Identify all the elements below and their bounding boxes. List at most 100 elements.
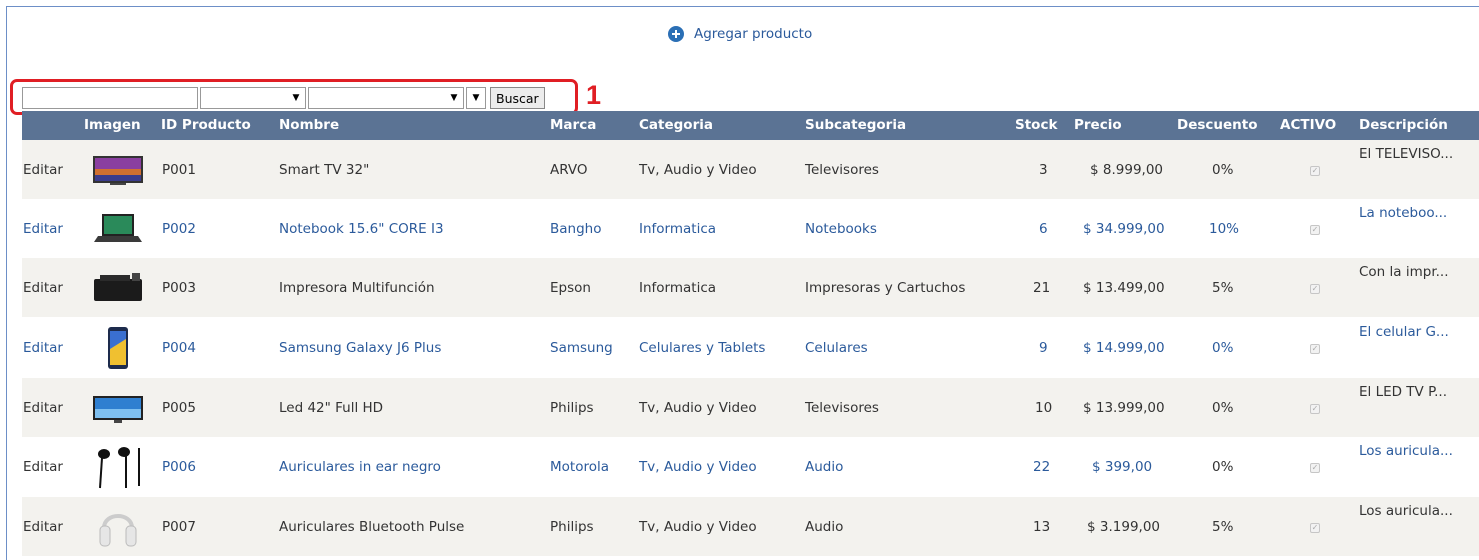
- product-price: $ 13.499,00: [1083, 280, 1165, 296]
- product-name: Smart TV 32": [279, 162, 370, 178]
- filter-select-2[interactable]: ▼: [308, 87, 464, 109]
- active-checkbox: ✓: [1310, 523, 1320, 533]
- active-checkbox: ✓: [1310, 225, 1320, 235]
- table-row: Editar P001 Smart TV 32" ARVO Tv, Audio …: [22, 140, 1479, 199]
- header-nombre[interactable]: Nombre: [279, 117, 339, 133]
- product-discount: 0%: [1212, 340, 1234, 356]
- callout-number: 1: [586, 80, 602, 110]
- product-subcategory: Audio: [805, 459, 844, 475]
- plus-circle-icon: [668, 26, 684, 42]
- product-image: [93, 396, 143, 423]
- product-discount: 10%: [1209, 221, 1240, 237]
- product-stock: 21: [1033, 280, 1051, 296]
- table-header: Imagen ID Producto Nombre Marca Categori…: [22, 111, 1479, 140]
- header-imagen[interactable]: Imagen: [84, 117, 141, 133]
- product-brand: ARVO: [550, 162, 588, 178]
- edit-link[interactable]: Editar: [23, 162, 63, 178]
- search-button[interactable]: Buscar: [490, 87, 545, 109]
- product-id: P001: [162, 162, 196, 178]
- active-checkbox: ✓: [1310, 463, 1320, 473]
- dropdown-arrow-icon: ▼: [472, 93, 480, 103]
- table-row: Editar P004 Samsung Galaxy J6 Plus Samsu…: [22, 318, 1479, 377]
- search-input[interactable]: [22, 87, 198, 109]
- product-id: P004: [162, 340, 196, 356]
- edit-link[interactable]: Editar: [23, 400, 63, 416]
- product-subcategory: Celulares: [805, 340, 868, 356]
- product-category: Celulares y Tablets: [639, 340, 766, 356]
- product-category: Tv, Audio y Video: [639, 162, 757, 178]
- product-description: El celular G...: [1359, 324, 1449, 340]
- filter-bar: ▼ ▼ ▼ Buscar: [22, 86, 545, 110]
- product-subcategory: Televisores: [805, 162, 879, 178]
- product-subcategory: Audio: [805, 519, 844, 535]
- table-row: Editar P006 Auriculares in ear negro Mot…: [22, 437, 1479, 496]
- product-price: $ 8.999,00: [1090, 162, 1163, 178]
- edit-link[interactable]: Editar: [23, 221, 63, 237]
- header-activo[interactable]: ACTIVO: [1280, 117, 1336, 133]
- product-description: Con la impr...: [1359, 264, 1449, 280]
- header-id[interactable]: ID Producto: [161, 117, 251, 133]
- product-discount: 5%: [1212, 280, 1234, 296]
- product-price: $ 3.199,00: [1087, 519, 1160, 535]
- product-image: [94, 273, 142, 301]
- product-name: Auriculares Bluetooth Pulse: [279, 519, 465, 535]
- header-marca[interactable]: Marca: [550, 117, 596, 133]
- header-stock[interactable]: Stock: [1015, 117, 1057, 133]
- product-description: Los auricula...: [1359, 503, 1453, 519]
- product-description: El TELEVISO...: [1359, 146, 1454, 162]
- product-brand: Philips: [550, 400, 594, 416]
- header-precio[interactable]: Precio: [1074, 117, 1122, 133]
- product-category: Informatica: [639, 221, 717, 237]
- product-image: [99, 514, 137, 547]
- product-stock: 3: [1039, 162, 1048, 178]
- product-brand: Philips: [550, 519, 594, 535]
- product-discount: 0%: [1212, 400, 1234, 416]
- product-image: [98, 447, 140, 489]
- dropdown-arrow-icon: ▼: [292, 93, 300, 103]
- filter-select-3[interactable]: ▼: [466, 87, 486, 109]
- header-descuento[interactable]: Descuento: [1177, 117, 1258, 133]
- product-image: [93, 156, 143, 185]
- table-row: Editar P005 Led 42" Full HD Philips Tv, …: [22, 378, 1479, 437]
- product-stock: 9: [1039, 340, 1048, 356]
- product-name: Samsung Galaxy J6 Plus: [279, 340, 442, 356]
- product-name: Auriculares in ear negro: [279, 459, 441, 475]
- product-category: Tv, Audio y Video: [639, 459, 757, 475]
- product-image: [94, 214, 142, 242]
- header-descripcion[interactable]: Descripción: [1359, 117, 1448, 133]
- product-subcategory: Televisores: [805, 400, 879, 416]
- product-price: $ 13.999,00: [1083, 400, 1165, 416]
- edit-link[interactable]: Editar: [23, 340, 63, 356]
- product-description: El LED TV P...: [1359, 384, 1447, 400]
- add-product-label: Agregar producto: [694, 26, 813, 42]
- header-categoria[interactable]: Categoria: [639, 117, 713, 133]
- edit-link[interactable]: Editar: [23, 280, 63, 296]
- product-id: P005: [162, 400, 196, 416]
- product-stock: 10: [1035, 400, 1053, 416]
- product-name: Notebook 15.6" CORE I3: [279, 221, 444, 237]
- product-price: $ 399,00: [1092, 459, 1153, 475]
- active-checkbox: ✓: [1310, 344, 1320, 354]
- product-price: $ 14.999,00: [1083, 340, 1165, 356]
- product-name: Led 42" Full HD: [279, 400, 384, 416]
- product-id: P006: [162, 459, 196, 475]
- header-subcategoria[interactable]: Subcategoria: [805, 117, 906, 133]
- product-subcategory: Notebooks: [805, 221, 877, 237]
- active-checkbox: ✓: [1310, 166, 1320, 176]
- edit-link[interactable]: Editar: [23, 459, 63, 475]
- filter-select-1[interactable]: ▼: [200, 87, 306, 109]
- table-row: Editar P002 Notebook 15.6" CORE I3 Bangh…: [22, 199, 1479, 258]
- edit-link[interactable]: Editar: [23, 519, 63, 535]
- product-stock: 22: [1033, 459, 1051, 475]
- product-brand: Motorola: [550, 459, 609, 475]
- product-stock: 6: [1039, 221, 1048, 237]
- product-id: P003: [162, 280, 196, 296]
- product-description: La noteboo...: [1359, 205, 1448, 221]
- product-id: P007: [162, 519, 196, 535]
- add-product-link[interactable]: Agregar producto: [668, 26, 812, 42]
- product-brand: Bangho: [550, 221, 602, 237]
- dropdown-arrow-icon: ▼: [450, 93, 458, 103]
- product-image: [108, 327, 128, 369]
- product-subcategory: Impresoras y Cartuchos: [805, 280, 966, 296]
- product-id: P002: [162, 221, 196, 237]
